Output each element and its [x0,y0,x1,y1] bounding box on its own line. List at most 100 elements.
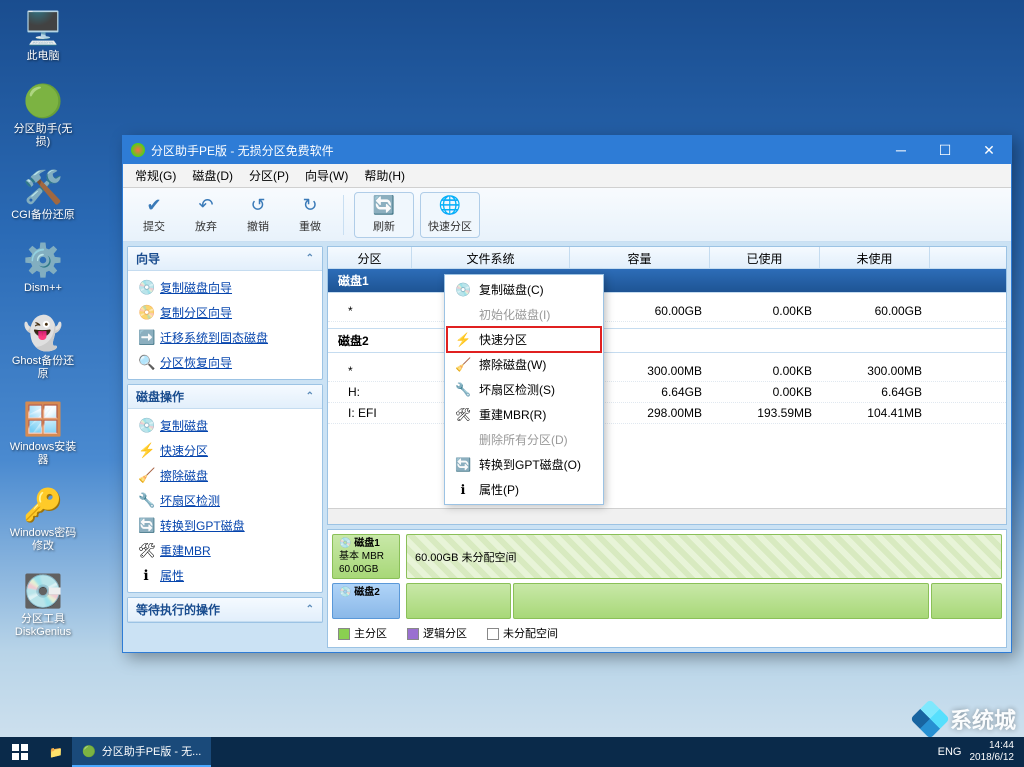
taskbar-app[interactable]: 🟢分区助手PE版 - 无... [72,737,211,767]
minimize-button[interactable]: ─ [879,136,923,164]
desktop-icon-this-pc[interactable]: 🖥️此电脑 [8,8,78,63]
desktop-icon-cgi-backup[interactable]: 🛠️CGI备份还原 [8,167,78,222]
menu-partition[interactable]: 分区(P) [243,165,295,186]
ctx-quick-partition[interactable]: ⚡快速分区 [447,327,601,352]
key-icon: 🔑 [23,485,63,525]
toolbar-commit[interactable]: ✔提交 [131,192,177,238]
partition-segment[interactable] [513,583,929,619]
migrate-icon: ➡️ [138,329,154,346]
partition-segment[interactable] [931,583,1002,619]
chevron-up-icon[interactable]: ⌃ [306,391,314,402]
desktop-icon-ghost[interactable]: 👻Ghost备份还原 [8,313,78,381]
toolbar-redo[interactable]: ↻重做 [287,192,333,238]
recover-icon: 🔍 [138,354,154,371]
ctx-rebuild-mbr[interactable]: 🛠重建MBR(R) [447,402,601,427]
partition-segment[interactable] [406,583,511,619]
legend-primary: 主分区 [338,625,387,641]
sidebar-item-convert-gpt[interactable]: 🔄转换到GPT磁盘 [128,513,322,538]
panel-pending: 等待执行的操作⌃ [127,597,323,623]
toolbar: ✔提交 ↶放弃 ↺撤销 ↻重做 🔄刷新 🌐快速分区 [123,188,1011,242]
ctx-wipe-disk[interactable]: 🧹擦除磁盘(W) [447,352,601,377]
desktop-icon-partition-assistant[interactable]: 🟢分区助手(无损) [8,81,78,149]
col-filesystem[interactable]: 文件系统 [412,247,570,268]
col-capacity[interactable]: 容量 [570,247,710,268]
sidebar-item-properties[interactable]: ℹ属性 [128,563,322,588]
taskbar-explorer-icon[interactable]: 📁 [40,737,72,767]
maximize-button[interactable]: ☐ [923,136,967,164]
window-title: 分区助手PE版 - 无损分区免费软件 [151,142,879,159]
list-header: 分区 文件系统 容量 已使用 未使用 [328,247,1006,269]
table-row[interactable]: * 60.00GB 0.00KB 60.00GB [328,301,1006,322]
watermark-logo-icon [910,699,950,739]
refresh-icon: 🔄 [373,195,395,216]
partition-copy-icon: 📀 [138,304,154,321]
ghost-icon: 👻 [23,313,63,353]
toolbar-refresh[interactable]: 🔄刷新 [354,192,414,238]
list-body[interactable]: 磁盘1 * 60.00GB 0.00KB 60.00GB 磁盘2 * 300. [328,269,1006,508]
disk-strip-bar[interactable] [406,583,1002,619]
context-menu: 💿复制磁盘(C) 初始化磁盘(I) ⚡快速分区 🧹擦除磁盘(W) 🔧坏扇区检测(… [444,274,604,505]
disk-strip-1[interactable]: 💿 磁盘1基本 MBR60.00GB 60.00GB 未分配空间 [332,534,1002,579]
app-icon [131,143,145,157]
tray-ime[interactable]: ENG [938,746,962,758]
col-free[interactable]: 未使用 [820,247,930,268]
desktop-icon-win-installer[interactable]: 🪟Windows安装器 [8,399,78,467]
panel-header[interactable]: 磁盘操作⌃ [128,385,322,409]
sidebar-item-copy-disk[interactable]: 💿复制磁盘 [128,413,322,438]
col-used[interactable]: 已使用 [710,247,820,268]
menu-help[interactable]: 帮助(H) [358,165,411,186]
ctx-init-disk: 初始化磁盘(I) [447,302,601,327]
sidebar-item-copy-disk-wizard[interactable]: 💿复制磁盘向导 [128,275,322,300]
table-row[interactable]: H: 6.64GB0.00KB6.64GB [328,382,1006,403]
desktop-icon-dism[interactable]: ⚙️Dism++ [8,240,78,295]
toolbar-separator [343,195,344,235]
panel-header[interactable]: 向导⌃ [128,247,322,271]
sidebar-item-bad-sector[interactable]: 🔧坏扇区检测 [128,488,322,513]
ctx-convert-gpt[interactable]: 🔄转换到GPT磁盘(O) [447,452,601,477]
globe-icon: 🌐 [439,195,461,216]
toolbar-undo[interactable]: ↺撤销 [235,192,281,238]
toolbar-discard[interactable]: ↶放弃 [183,192,229,238]
table-row[interactable]: I: EFI 298.00MB193.59MB104.41MB [328,403,1006,424]
chevron-up-icon[interactable]: ⌃ [306,604,314,615]
menu-disk[interactable]: 磁盘(D) [186,165,239,186]
disk-group-header[interactable]: 磁盘1 [328,269,1006,293]
titlebar[interactable]: 分区助手PE版 - 无损分区免费软件 ─ ☐ ✕ [123,136,1011,164]
disk-group-header[interactable]: 磁盘2 [328,328,1006,353]
sidebar: 向导⌃ 💿复制磁盘向导 📀复制分区向导 ➡️迁移系统到固态磁盘 🔍分区恢复向导 … [127,246,323,648]
ctx-copy-disk[interactable]: 💿复制磁盘(C) [447,277,601,302]
menubar: 常规(G) 磁盘(D) 分区(P) 向导(W) 帮助(H) [123,164,1011,188]
start-button[interactable] [0,737,40,767]
col-partition[interactable]: 分区 [328,247,412,268]
desktop-icon-diskgenius[interactable]: 💽分区工具DiskGenius [8,571,78,639]
table-row[interactable]: * 300.00MB0.00KB300.00MB [328,361,1006,382]
sidebar-item-wipe-disk[interactable]: 🧹擦除磁盘 [128,463,322,488]
sidebar-item-recover-wizard[interactable]: 🔍分区恢复向导 [128,350,322,375]
sidebar-item-migrate-ssd[interactable]: ➡️迁移系统到固态磁盘 [128,325,322,350]
close-button[interactable]: ✕ [967,136,1011,164]
tool-icon: 🛠️ [23,167,63,207]
disk-strip-2[interactable]: 💿 磁盘2 [332,583,1002,619]
sidebar-item-rebuild-mbr[interactable]: 🛠重建MBR [128,538,322,563]
legend-unallocated: 未分配空间 [487,625,558,641]
undo-icon: ↺ [250,195,265,216]
sidebar-item-copy-partition-wizard[interactable]: 📀复制分区向导 [128,300,322,325]
tray-clock[interactable]: 14:44 2018/6/12 [970,740,1015,764]
panel-disk-ops: 磁盘操作⌃ 💿复制磁盘 ⚡快速分区 🧹擦除磁盘 🔧坏扇区检测 🔄转换到GPT磁盘… [127,384,323,593]
horizontal-scrollbar[interactable] [328,508,1006,524]
ctx-bad-sector[interactable]: 🔧坏扇区检测(S) [447,377,601,402]
panel-header[interactable]: 等待执行的操作⌃ [128,598,322,622]
menu-wizard[interactable]: 向导(W) [299,165,354,186]
disk-strip-bar[interactable]: 60.00GB 未分配空间 [406,534,1002,579]
desktop-icon-win-password[interactable]: 🔑Windows密码修改 [8,485,78,553]
main-area: 分区 文件系统 容量 已使用 未使用 磁盘1 * 60.00GB 0.00KB … [327,246,1007,648]
ctx-properties[interactable]: ℹ属性(P) [447,477,601,502]
taskbar: 📁 🟢分区助手PE版 - 无... ENG 14:44 2018/6/12 [0,737,1024,767]
partition-list: 分区 文件系统 容量 已使用 未使用 磁盘1 * 60.00GB 0.00KB … [327,246,1007,525]
redo-icon: ↻ [302,195,317,216]
menu-general[interactable]: 常规(G) [129,165,182,186]
sidebar-item-quick-partition[interactable]: ⚡快速分区 [128,438,322,463]
chevron-up-icon[interactable]: ⌃ [306,253,314,264]
toolbar-quick-partition[interactable]: 🌐快速分区 [420,192,480,238]
app-icon: 🟢 [23,81,63,121]
